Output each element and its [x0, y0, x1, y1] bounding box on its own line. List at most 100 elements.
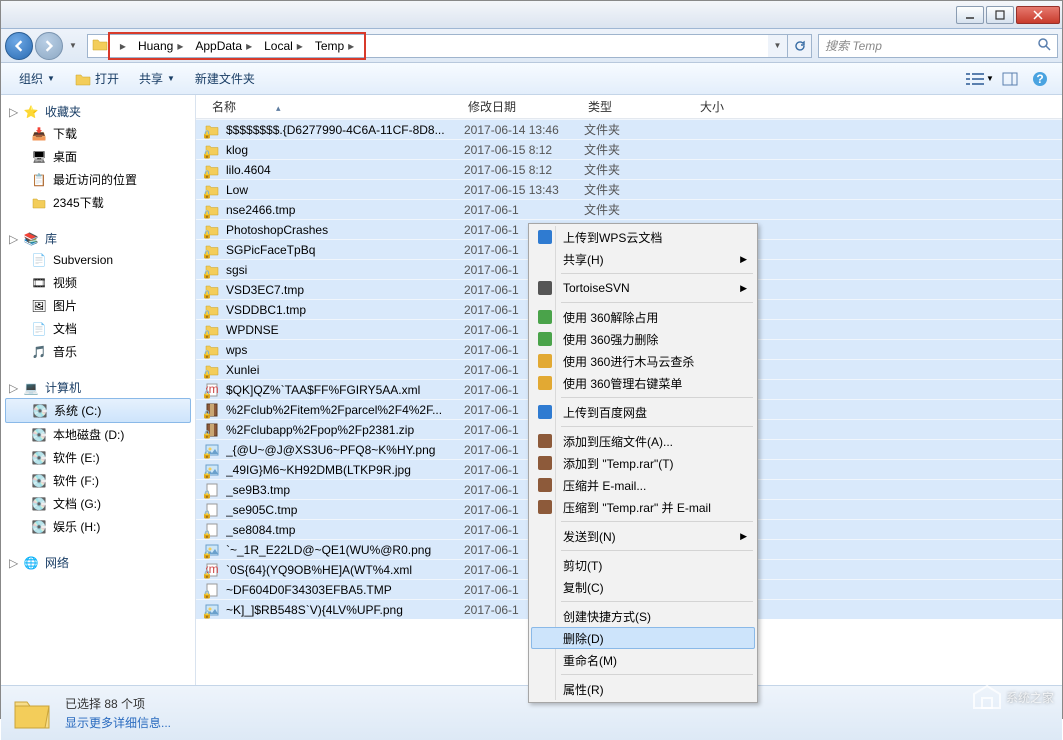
open-button[interactable]: 打开	[65, 65, 129, 93]
sidebar-libraries[interactable]: ▷📚库	[1, 228, 195, 249]
minimize-button[interactable]	[956, 6, 984, 24]
sidebar-favorites[interactable]: ▷⭐收藏夹	[1, 101, 195, 122]
organize-menu[interactable]: 组织▼	[9, 65, 65, 93]
sidebar-item-videos[interactable]: 🎞视频	[1, 271, 195, 294]
lock-icon: 🔒	[202, 250, 212, 259]
preview-pane-button[interactable]	[996, 67, 1024, 91]
view-menu[interactable]: ▼	[966, 67, 994, 91]
sidebar-network[interactable]: ▷🌐网络	[1, 552, 195, 573]
lock-icon: 🔒	[202, 230, 212, 239]
context-menu-item[interactable]: 使用 360进行木马云查杀	[531, 350, 755, 372]
menu-icon	[537, 404, 553, 420]
context-menu-item[interactable]: 使用 360解除占用	[531, 306, 755, 328]
breadcrumb-item[interactable]: AppData▸	[191, 35, 260, 57]
sidebar-item-documents[interactable]: 📄文档	[1, 317, 195, 340]
context-menu-item[interactable]: 创建快捷方式(S)	[531, 605, 755, 627]
column-size[interactable]: 大小	[692, 98, 772, 115]
file-name: _se8084.tmp	[226, 523, 464, 537]
file-icon: 🔒	[204, 522, 220, 538]
back-button[interactable]	[5, 32, 33, 60]
breadcrumb-item[interactable]: Huang▸	[134, 35, 191, 57]
folder-icon	[31, 195, 47, 211]
context-menu-item[interactable]: 删除(D)	[531, 627, 755, 649]
history-dropdown-icon[interactable]: ▼	[69, 41, 77, 50]
context-menu-item[interactable]: 上传到WPS云文档	[531, 226, 755, 248]
context-menu-item[interactable]: TortoiseSVN▶	[531, 277, 755, 299]
menu-label: 剪切(T)	[563, 557, 602, 574]
file-icon: 🔒	[204, 342, 220, 358]
context-menu-item[interactable]: 压缩并 E-mail...	[531, 474, 755, 496]
drive-icon: 💽	[31, 519, 47, 535]
sidebar-item-drive-d[interactable]: 💽本地磁盘 (D:)	[1, 423, 195, 446]
context-menu-item[interactable]: 添加到 "Temp.rar"(T)	[531, 452, 755, 474]
file-row[interactable]: 🔒nse2466.tmp2017-06-1文件夹	[196, 199, 1062, 219]
forward-button[interactable]	[35, 32, 63, 60]
breadcrumb-item[interactable]: Temp▸	[311, 35, 362, 57]
file-row[interactable]: 🔒klog2017-06-15 8:12文件夹	[196, 139, 1062, 159]
menu-label: 共享(H)	[563, 251, 604, 268]
close-button[interactable]	[1016, 6, 1060, 24]
file-name: nse2466.tmp	[226, 203, 464, 217]
sidebar-item-music[interactable]: 🎵音乐	[1, 340, 195, 363]
address-bar[interactable]: ▸ Huang▸ AppData▸ Local▸ Temp▸	[87, 34, 768, 58]
drive-icon: 💽	[31, 450, 47, 466]
context-menu-item[interactable]: 共享(H)▶	[531, 248, 755, 270]
file-name: VSDDBC1.tmp	[226, 303, 464, 317]
refresh-button[interactable]	[788, 34, 812, 58]
context-menu-item[interactable]: 使用 360强力删除	[531, 328, 755, 350]
lock-icon: 🔒	[202, 270, 212, 279]
context-menu-item[interactable]: 压缩到 "Temp.rar" 并 E-mail	[531, 496, 755, 518]
menu-icon	[537, 353, 553, 369]
sidebar-item-drive-h[interactable]: 💽娱乐 (H:)	[1, 515, 195, 538]
column-name[interactable]: 名称▴	[204, 98, 460, 115]
menu-icon	[537, 477, 553, 493]
context-menu-item[interactable]: 添加到压缩文件(A)...	[531, 430, 755, 452]
recent-icon: 📋	[31, 172, 47, 188]
context-menu-item[interactable]: 重命名(M)	[531, 649, 755, 671]
search-input[interactable]: 搜索 Temp	[818, 34, 1058, 58]
breadcrumb-sep[interactable]: ▸	[112, 35, 134, 57]
context-menu-item[interactable]: 剪切(T)	[531, 554, 755, 576]
address-dropdown[interactable]: ▼	[768, 34, 788, 58]
sidebar-item-2345[interactable]: 2345下载	[1, 191, 195, 214]
sidebar-item-drive-f[interactable]: 💽软件 (F:)	[1, 469, 195, 492]
new-folder-button[interactable]: 新建文件夹	[185, 65, 265, 93]
file-name: PhotoshopCrashes	[226, 223, 464, 237]
search-icon	[1037, 37, 1051, 54]
menu-icon	[537, 280, 553, 296]
file-row[interactable]: 🔒$$$$$$$$.{D6277990-4C6A-11CF-8D8...2017…	[196, 119, 1062, 139]
sidebar-item-desktop[interactable]: 🖥桌面	[1, 145, 195, 168]
file-name: $QK]QZ%`TAA$FF%FGIRY5AA.xml	[226, 383, 464, 397]
sidebar-item-drive-g[interactable]: 💽文档 (G:)	[1, 492, 195, 515]
sort-asc-icon: ▴	[276, 103, 281, 113]
context-menu-item[interactable]: 发送到(N)▶	[531, 525, 755, 547]
maximize-button[interactable]	[986, 6, 1014, 24]
breadcrumb-item[interactable]: Local▸	[260, 35, 311, 57]
share-menu[interactable]: 共享▼	[129, 65, 185, 93]
file-row[interactable]: 🔒lilo.46042017-06-15 8:12文件夹	[196, 159, 1062, 179]
status-more-link[interactable]: 显示更多详细信息...	[65, 714, 171, 731]
file-icon: 🔒	[204, 222, 220, 238]
help-button[interactable]: ?	[1026, 67, 1054, 91]
context-menu-item[interactable]: 属性(R)	[531, 678, 755, 700]
file-date: 2017-06-1	[464, 203, 584, 217]
svg-text:?: ?	[1036, 72, 1043, 86]
file-name: %2Fclubapp%2Fpop%2Fp2381.zip	[226, 423, 464, 437]
sidebar-computer[interactable]: ▷💻计算机	[1, 377, 195, 398]
lock-icon: 🔒	[202, 310, 212, 319]
context-menu-item[interactable]: 使用 360管理右键菜单	[531, 372, 755, 394]
sidebar-item-drive-e[interactable]: 💽软件 (E:)	[1, 446, 195, 469]
lock-icon: 🔒	[202, 610, 212, 619]
sidebar-item-pictures[interactable]: 🖼图片	[1, 294, 195, 317]
column-type[interactable]: 类型	[580, 98, 692, 115]
file-icon: 🔒	[204, 322, 220, 338]
context-menu-item[interactable]: 上传到百度网盘	[531, 401, 755, 423]
context-menu-item[interactable]: 复制(C)	[531, 576, 755, 598]
sidebar-item-drive-c[interactable]: 💽系统 (C:)	[5, 398, 191, 423]
sidebar-item-recent[interactable]: 📋最近访问的位置	[1, 168, 195, 191]
file-row[interactable]: 🔒Low2017-06-15 13:43文件夹	[196, 179, 1062, 199]
sidebar-item-subversion[interactable]: 📄Subversion	[1, 249, 195, 271]
column-date[interactable]: 修改日期	[460, 98, 580, 115]
file-name: `0S{64}(YQ9OB%HE]A(WT%4.xml	[226, 563, 464, 577]
sidebar-item-downloads[interactable]: 📥下载	[1, 122, 195, 145]
